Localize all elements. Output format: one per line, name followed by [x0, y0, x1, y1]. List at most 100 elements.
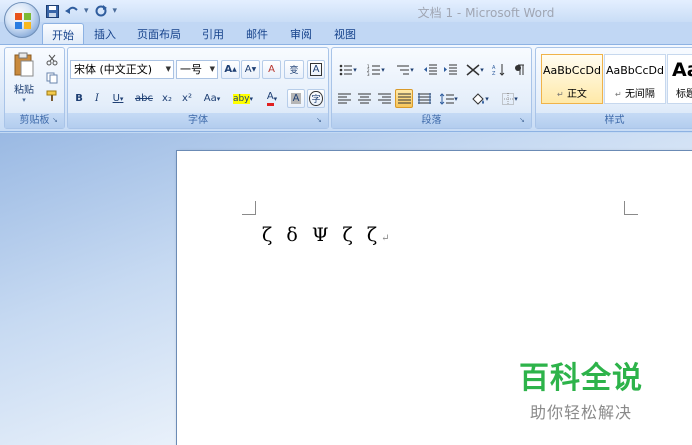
clipboard-group: 粘贴 ▾ 剪贴板 ↘ — [4, 47, 65, 129]
paste-button[interactable]: 粘贴 ▾ — [9, 52, 39, 110]
title-bar: ▾ ▾ 文档 1 - Microsoft Word — [0, 0, 692, 22]
watermark: 百科全说 助你轻松解决 — [511, 353, 651, 423]
underline-icon: U — [112, 93, 120, 104]
clear-format-button[interactable]: A — [262, 60, 281, 79]
chinese-layout-button[interactable]: ▾ — [462, 60, 488, 79]
borders-button[interactable]: ▾ — [496, 89, 524, 108]
format-painter-icon — [46, 90, 57, 101]
svg-text:3: 3 — [367, 72, 370, 76]
font-group-label: 字体 — [68, 113, 328, 128]
phonetic-guide-button[interactable]: 变 — [284, 60, 304, 79]
highlight-button[interactable]: aby ▾ — [229, 89, 257, 108]
window-title: 文档 1 - Microsoft Word — [417, 6, 555, 20]
sort-button[interactable]: AZ — [490, 60, 508, 79]
italic-button[interactable]: I — [89, 89, 105, 108]
style-normal-sample: AaBbCcDd — [543, 64, 601, 77]
office-logo-icon — [15, 13, 31, 29]
multilevel-list-button[interactable]: ▾ — [391, 60, 419, 79]
grow-font-button[interactable]: A ▲ — [221, 60, 240, 79]
align-left-button[interactable] — [335, 89, 353, 108]
bullets-button[interactable]: ▾ — [335, 60, 361, 79]
sort-icon: AZ — [492, 64, 505, 76]
line-spacing-button[interactable]: ▾ — [436, 89, 462, 108]
distributed-button[interactable] — [415, 89, 433, 108]
tab-insert[interactable]: 插入 — [94, 26, 116, 42]
bold-button[interactable]: B — [71, 89, 87, 108]
numbering-button[interactable]: 1 2 3 ▾ — [363, 60, 389, 79]
styles-group: AaBbCcDd ↵ 正文 AaBbCcDd ↵ 无间隔 Aa 标题 样式 — [535, 47, 692, 129]
multilevel-list-icon — [397, 65, 410, 74]
paint-bucket-icon — [472, 92, 485, 105]
character-shading-icon: A — [290, 93, 302, 104]
paste-dropdown-icon: ▾ — [22, 96, 26, 104]
phonetic-guide-icon: 变 — [289, 66, 299, 76]
clipboard-launcher-icon[interactable]: ↘ — [52, 116, 61, 125]
ribbon-tabs: 开始 插入 页面布局 引用 邮件 审阅 视图 — [0, 22, 692, 45]
tab-view[interactable]: 视图 — [334, 26, 356, 42]
shading-button[interactable]: ▾ — [466, 89, 494, 108]
style-heading[interactable]: Aa 标题 — [667, 54, 692, 104]
format-painter-button[interactable] — [43, 88, 61, 104]
paragraph-mark-icon: ↵ — [381, 233, 390, 244]
grow-font-icon: A — [224, 64, 233, 75]
justify-icon — [397, 93, 411, 104]
cut-button[interactable] — [43, 52, 61, 68]
tab-review[interactable]: 审阅 — [290, 26, 312, 42]
paste-label: 粘贴 — [14, 85, 34, 96]
font-launcher-icon[interactable]: ↘ — [316, 116, 325, 125]
style-normal[interactable]: AaBbCcDd ↵ 正文 — [541, 54, 603, 104]
copy-button[interactable] — [43, 70, 61, 86]
font-size-select[interactable]: 一号 ▼ — [176, 60, 218, 79]
enclose-characters-icon: 字 — [309, 91, 323, 106]
office-button[interactable] — [4, 2, 40, 38]
subscript-button[interactable]: x₂ — [158, 89, 176, 108]
document-body-text: ζ δ Ψ ζ ζ — [262, 224, 382, 246]
align-center-button[interactable] — [355, 89, 373, 108]
tab-references[interactable]: 引用 — [202, 26, 224, 42]
superscript-button[interactable]: x² — [178, 89, 196, 108]
tab-page-layout[interactable]: 页面布局 — [137, 26, 181, 42]
increase-indent-button[interactable] — [442, 60, 460, 79]
document-text[interactable]: ζ δ Ψ ζ ζ↵ — [262, 224, 390, 246]
margin-corner-mark — [624, 201, 638, 215]
style-no-spacing[interactable]: AaBbCcDd ↵ 无间隔 — [604, 54, 666, 104]
font-family-value: 宋体 (中文正文) — [74, 63, 153, 76]
change-case-icon: Aa — [203, 93, 217, 104]
tab-mailings[interactable]: 邮件 — [246, 26, 268, 42]
font-color-button[interactable]: A ▾ — [259, 89, 285, 108]
enclose-characters-button[interactable]: 字 — [307, 89, 325, 108]
align-right-button[interactable] — [375, 89, 393, 108]
shrink-font-button[interactable]: A ▼ — [241, 60, 260, 79]
paragraph-group: ▾ 1 2 3 ▾ ▾ ▾ AZ ▾ ▾ ▾ 段落 ↘ — [331, 47, 532, 129]
font-family-select[interactable]: 宋体 (中文正文) ▼ — [70, 60, 174, 79]
watermark-title: 百科全说 — [519, 361, 643, 396]
justify-button[interactable] — [395, 89, 413, 108]
style-no-spacing-sample: AaBbCcDd — [606, 64, 664, 77]
clear-format-icon: A — [268, 64, 275, 75]
font-group: 宋体 (中文正文) ▼ 一号 ▼ A ▲ A ▼ A 变 A B I U ▾ abc x₂… — [67, 47, 329, 129]
bullets-icon — [339, 64, 353, 75]
shrink-font-icon: A — [244, 64, 252, 75]
underline-button[interactable]: U ▾ — [107, 89, 129, 108]
increase-indent-icon — [444, 64, 457, 74]
line-spacing-icon — [440, 92, 455, 105]
decrease-indent-icon — [424, 64, 437, 74]
chevron-down-icon: ▼ — [209, 65, 215, 73]
scissors-icon — [46, 54, 58, 66]
paragraph-launcher-icon[interactable]: ↘ — [519, 116, 528, 125]
margin-corner-mark — [242, 201, 256, 215]
align-left-icon — [337, 93, 351, 104]
show-marks-button[interactable] — [510, 60, 528, 79]
decrease-indent-button[interactable] — [422, 60, 440, 79]
highlighter-icon: aby — [232, 93, 250, 104]
style-heading-label: 标题 — [676, 89, 692, 100]
character-border-button[interactable]: A — [307, 60, 325, 79]
character-shading-button[interactable]: A — [287, 89, 305, 108]
borders-icon — [502, 92, 515, 105]
paragraph-group-label: 段落 — [332, 113, 531, 128]
strikethrough-button[interactable]: abc — [132, 89, 156, 108]
ribbon: 粘贴 ▾ 剪贴板 ↘ 宋体 (中文正文) ▼ 一号 ▼ A ▲ A ▼ A 变 A B … — [0, 44, 692, 132]
tab-home[interactable]: 开始 — [42, 23, 84, 45]
chinese-layout-icon — [466, 63, 480, 76]
change-case-button[interactable]: Aa ▾ — [198, 89, 226, 108]
